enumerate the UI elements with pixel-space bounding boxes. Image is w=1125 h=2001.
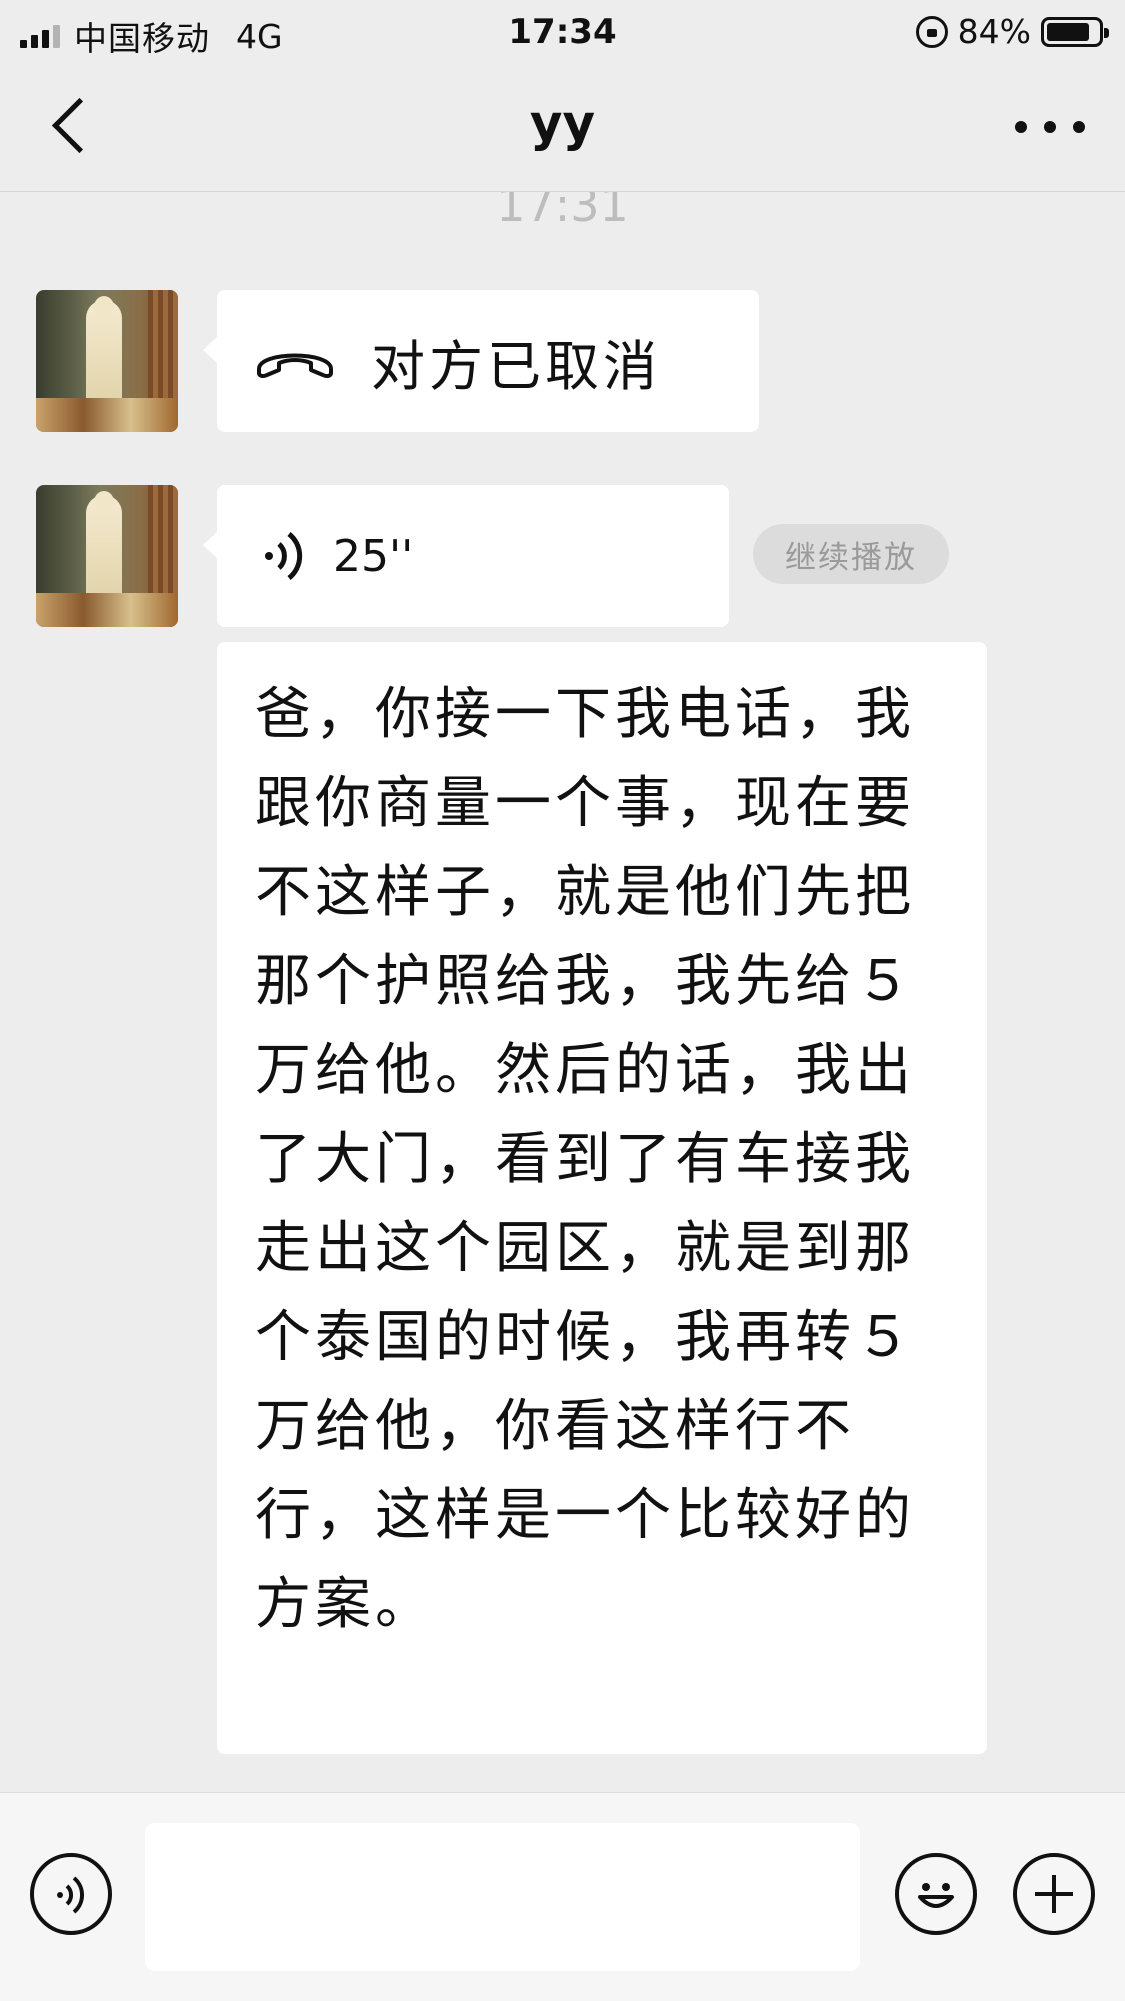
text-message-bubble[interactable]: 爸，你接一下我电话，我跟你商量一个事，现在要不这样子，就是他们先把那个护照给我，… <box>217 642 987 1754</box>
input-bar <box>0 1792 1125 2001</box>
emoji-button[interactable] <box>895 1853 977 1935</box>
voice-duration: 25'' <box>333 530 414 582</box>
status-bar: 中国移动 4G 17:34 84% <box>0 0 1125 64</box>
voice-input-icon <box>57 1876 85 1914</box>
orientation-lock-icon <box>915 15 948 48</box>
call-message-bubble[interactable]: 对方已取消 <box>203 290 759 432</box>
battery-percent: 84% <box>957 12 1031 51</box>
battery-icon <box>1041 16 1109 47</box>
voice-wave-icon <box>261 530 311 582</box>
message-input[interactable] <box>145 1823 860 1971</box>
message-text: 爸，你接一下我电话，我跟你商量一个事，现在要不这样子，就是他们先把那个护照给我，… <box>255 682 915 1637</box>
continue-playing-button[interactable]: 继续播放 <box>753 524 949 584</box>
plus-button[interactable] <box>1013 1853 1095 1935</box>
more-button[interactable] <box>1015 112 1085 142</box>
emoji-icon <box>918 1883 954 1908</box>
voice-message-bubble[interactable]: 25'' <box>203 485 729 627</box>
voice-input-button[interactable] <box>30 1853 112 1935</box>
avatar[interactable] <box>36 485 178 627</box>
message-timestamp: 17:31 <box>496 192 629 232</box>
battery-fill <box>1047 22 1089 41</box>
avatar[interactable] <box>36 290 178 432</box>
nav-bar: yy <box>0 64 1125 192</box>
status-right: 84% <box>915 12 1109 51</box>
chat-title: yy <box>529 94 596 152</box>
chat-area[interactable]: 17:31 对方已取消 25'' 继续播放 爸，你接一下我电话，我跟你商量一个事… <box>0 192 1125 1792</box>
more-dots-icon <box>1015 121 1027 133</box>
call-status-text: 对方已取消 <box>371 334 661 398</box>
hang-up-phone-icon <box>253 341 337 381</box>
